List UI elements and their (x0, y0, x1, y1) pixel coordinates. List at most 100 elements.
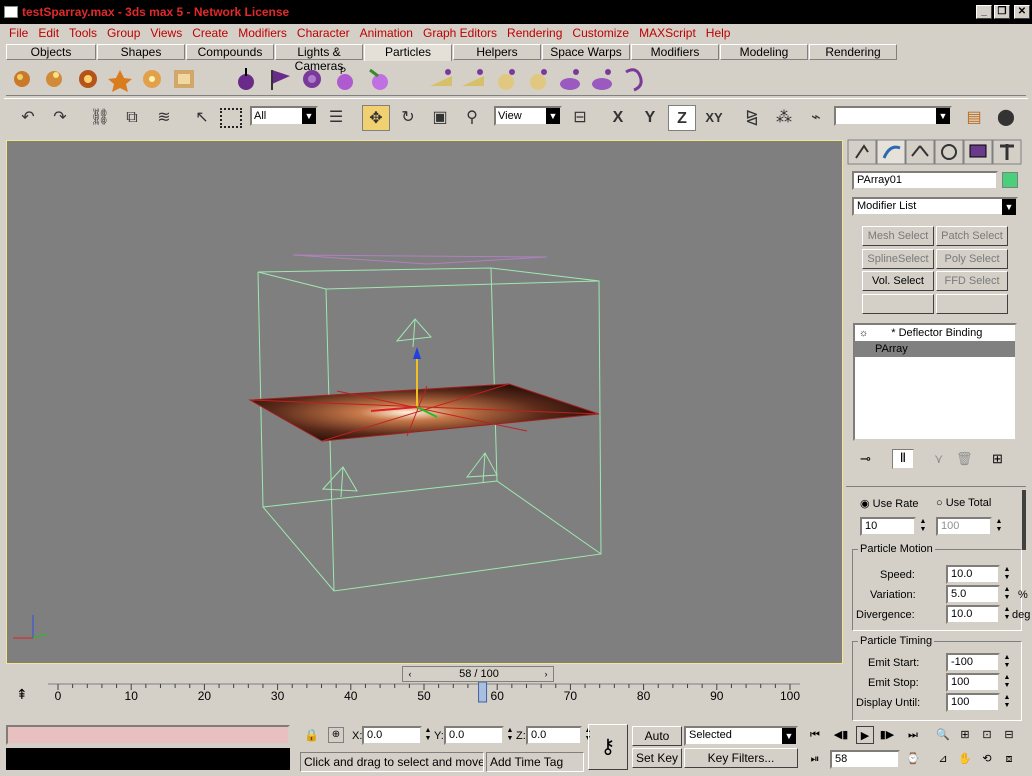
menu-character[interactable]: Character (292, 24, 355, 42)
redo-icon[interactable]: ↷ (46, 105, 74, 131)
variation-spinner[interactable]: ▲ ▼ (1002, 586, 1012, 603)
bind-space-warp-icon[interactable]: ≋ (150, 105, 178, 131)
tab-compounds[interactable]: Compounds (186, 44, 274, 60)
zoom-icon[interactable]: 🔍 (934, 726, 952, 744)
menu-views[interactable]: Views (145, 24, 187, 42)
selection-filter-dropdown[interactable]: All ▼ (250, 106, 318, 126)
lock-selection-icon[interactable]: 🔒 (304, 728, 319, 742)
select-and-scale-icon[interactable]: ▣ (426, 105, 454, 131)
object-name-field[interactable]: PArray01 (852, 171, 998, 190)
sdeflector-icon[interactable] (498, 69, 515, 90)
tab-space-warps[interactable]: Space Warps (542, 44, 630, 60)
wind-icon[interactable] (271, 70, 290, 90)
auto-key-button[interactable]: Auto Key (632, 726, 682, 761)
utilities-tab-icon[interactable] (992, 139, 1022, 165)
menu-create[interactable]: Create (187, 24, 233, 42)
field-of-view-icon[interactable]: ⊿ (934, 750, 952, 768)
path-follow-icon[interactable] (625, 68, 643, 92)
perspective-viewport[interactable] (6, 140, 843, 664)
restore-button[interactable]: ❐ (994, 5, 1010, 19)
zoom-all-icon[interactable]: ⊞ (956, 726, 974, 744)
close-button[interactable]: ✕ (1014, 5, 1030, 19)
key-mode-toggle-icon[interactable]: ⏯ (806, 750, 824, 768)
rate-spinner[interactable]: ▲ ▼ (918, 518, 928, 535)
divergence-spinner[interactable]: ▲ ▼ (1002, 606, 1012, 623)
menu-edit[interactable]: Edit (33, 24, 64, 42)
show-end-result-icon[interactable]: Ⅱ (892, 449, 914, 469)
empty-modifier-button-2[interactable] (936, 294, 1008, 314)
menu-graph-editors[interactable]: Graph Editors (418, 24, 502, 42)
modifier-stack[interactable]: ☼ * Deflector Binding PArray (853, 323, 1017, 441)
z-coordinate-field[interactable]: 0.0 (526, 726, 582, 745)
poly-select-button[interactable]: Poly Select (936, 249, 1008, 269)
x-coordinate-field[interactable]: 0.0 (362, 726, 422, 745)
menu-animation[interactable]: Animation (355, 24, 418, 42)
tab-modifiers[interactable]: Modifiers (631, 44, 719, 60)
add-time-tag[interactable]: Add Time Tag (486, 752, 584, 772)
app-icon[interactable] (4, 6, 18, 18)
curve-editor-icon[interactable]: ▤ (960, 105, 988, 131)
minimize-button[interactable]: _ (976, 5, 992, 19)
spline-select-button[interactable]: SplineSelect (862, 249, 934, 269)
current-frame-marker[interactable] (478, 682, 488, 703)
configure-modifier-sets-icon[interactable]: ⊞ (992, 451, 1003, 467)
snow-icon[interactable] (108, 70, 132, 92)
rate-field[interactable]: 10 (860, 517, 916, 536)
track-bar[interactable]: 0 10 20 30 40 50 60 70 80 90 100 (48, 682, 800, 714)
key-filters-button[interactable]: Key Filters... (684, 748, 798, 768)
menu-maxscript[interactable]: MAXScript (634, 24, 701, 42)
y-coordinate-field[interactable]: 0.0 (444, 726, 504, 745)
vol-select-button[interactable]: Vol. Select (862, 271, 934, 291)
hierarchy-tab-icon[interactable] (905, 139, 935, 165)
menu-modifiers[interactable]: Modifiers (233, 24, 292, 42)
modifier-list-dropdown[interactable]: Modifier List ▼ (852, 197, 1018, 216)
select-object-icon[interactable]: ↖ (188, 105, 216, 131)
restrict-y-button[interactable]: Y (636, 105, 664, 131)
set-key-icon[interactable]: ⚷ (588, 724, 628, 770)
variation-field[interactable]: 5.0 (946, 585, 1000, 604)
go-to-end-icon[interactable]: ⏭ (904, 726, 922, 744)
tab-shapes[interactable]: Shapes (97, 44, 185, 60)
menu-rendering[interactable]: Rendering (502, 24, 567, 42)
deflector-icon[interactable] (430, 69, 452, 86)
spray-icon[interactable] (79, 70, 97, 88)
total-field[interactable]: 100 (936, 517, 992, 536)
undo-icon[interactable]: ↶ (14, 105, 42, 131)
modify-tab-icon[interactable] (876, 139, 906, 165)
prev-frame-arrow[interactable]: ‹ (403, 667, 417, 681)
tab-objects[interactable]: Objects (6, 44, 96, 60)
select-and-manipulate-icon[interactable]: ⚲ (458, 105, 486, 131)
mirror-icon[interactable]: ⧎ (738, 105, 766, 131)
lightbulb-icon[interactable]: ☼ (859, 328, 868, 339)
next-frame-icon[interactable]: ▮▶ (878, 726, 896, 744)
y-spinner[interactable]: ▲ ▼ (505, 727, 515, 744)
pan-icon[interactable]: ✋ (956, 750, 974, 768)
select-by-name-icon[interactable]: ☰ (322, 105, 350, 131)
ffd-select-button[interactable]: FFD Select (936, 271, 1008, 291)
displace-icon[interactable] (303, 70, 321, 88)
particle-flow-icon[interactable] (46, 71, 62, 87)
tab-particles[interactable]: Particles (364, 44, 452, 61)
omniflector-icon[interactable] (560, 69, 580, 90)
material-editor-icon[interactable]: ⬤ (992, 105, 1020, 131)
create-tab-icon[interactable] (847, 139, 877, 165)
display-tab-icon[interactable] (963, 139, 993, 165)
maxscript-listener-mini[interactable] (6, 725, 290, 745)
tab-lights-cameras[interactable]: Lights & Cameras (275, 44, 363, 73)
menu-customize[interactable]: Customize (567, 24, 634, 42)
open-mini-curve-editor-icon[interactable]: ⇞ (16, 686, 28, 703)
tab-rendering[interactable]: Rendering (809, 44, 897, 60)
previous-frame-icon[interactable]: ◀▮ (832, 726, 850, 744)
mesh-select-button[interactable]: Mesh Select (862, 226, 934, 246)
arc-rotate-icon[interactable]: ⟲ (978, 750, 996, 768)
dynaflector-icon[interactable] (592, 69, 612, 90)
reference-coordinate-dropdown[interactable]: View ▼ (494, 106, 562, 126)
time-slider[interactable]: ‹ 58 / 100 › (402, 666, 554, 682)
menu-tools[interactable]: Tools (64, 24, 102, 42)
key-mode-dropdown[interactable]: Selected ▼ (684, 726, 798, 746)
blizzard-icon[interactable] (143, 70, 161, 88)
parray-icon[interactable] (174, 70, 194, 88)
align-icon[interactable]: ⌁ (802, 105, 830, 131)
select-link-icon[interactable]: ⛓ (86, 105, 114, 131)
zoom-extents-all-icon[interactable]: ⊟ (1000, 726, 1018, 744)
